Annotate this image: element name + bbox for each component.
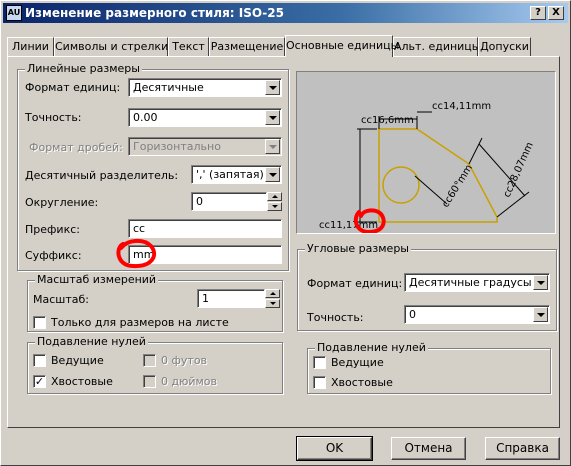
- tab-fit[interactable]: Размещение: [209, 37, 285, 56]
- decimal-separator-value: ',' (запятая): [196, 168, 264, 181]
- tab-primary-units[interactable]: Основные единицы: [285, 35, 399, 57]
- zero-feet-checkbox: [143, 354, 156, 367]
- preview-pane: cc14,11mm cc16,6mm cc11,17mm cc28,07mm c…: [296, 71, 556, 235]
- tab-tolerances[interactable]: Допуски: [478, 37, 531, 56]
- chevron-down-icon[interactable]: [533, 275, 548, 290]
- title-bar[interactable]: AU Изменение размерного стиля: ISO-25 ? …: [3, 3, 568, 23]
- angular-precision-select[interactable]: 0: [404, 305, 550, 324]
- scale-input[interactable]: 1: [197, 289, 265, 308]
- decimal-separator-select[interactable]: ',' (запятая): [191, 165, 282, 184]
- angular-leading-zeros-label: Ведущие: [331, 356, 384, 369]
- angular-precision-value: 0: [409, 308, 416, 321]
- red-highlight-marker: [116, 239, 157, 269]
- precision-value: 0.00: [133, 111, 158, 124]
- angular-group-title: Угловые размеры: [305, 242, 411, 255]
- angular-precision-label: Точность:: [307, 311, 364, 324]
- spin-down-icon[interactable]: [267, 202, 282, 211]
- help-button[interactable]: Справка: [485, 437, 560, 460]
- close-title-button[interactable]: X: [548, 6, 564, 20]
- leading-zeros-checkbox[interactable]: [33, 354, 46, 367]
- precision-label: Точность:: [25, 111, 82, 124]
- precision-select[interactable]: 0.00: [128, 108, 282, 127]
- cancel-button[interactable]: Отмена: [391, 437, 466, 460]
- zero-feet-label: 0 футов: [161, 354, 208, 367]
- tab-lines[interactable]: Линии: [7, 37, 54, 56]
- zero-inches-checkbox: [143, 375, 156, 388]
- fraction-format-select: Горизонтально: [128, 137, 282, 156]
- chevron-down-icon[interactable]: [533, 307, 548, 322]
- linear-group-title: Линейные размеры: [25, 62, 142, 75]
- preview-dim-radius: cc60°mm: [440, 163, 475, 210]
- angular-unit-format-select[interactable]: Десятичные градусы: [404, 273, 550, 292]
- trailing-zeros-checkbox[interactable]: ✓: [33, 375, 46, 388]
- dialog-window: AU Изменение размерного стиля: ISO-25 ? …: [0, 0, 571, 466]
- ok-button[interactable]: OK: [296, 436, 373, 461]
- angular-leading-zeros-checkbox[interactable]: [313, 356, 326, 369]
- unit-format-select[interactable]: Десятичные: [128, 78, 282, 97]
- preview-dim-left-bottom: cc11,17mm: [319, 220, 378, 231]
- checkmark-icon: ✓: [34, 375, 45, 388]
- fraction-format-label: Формат дробей:: [29, 141, 123, 154]
- angular-trailing-zeros-checkbox[interactable]: [313, 376, 326, 389]
- layout-only-checkbox[interactable]: [33, 316, 46, 329]
- spin-down-icon[interactable]: [265, 299, 280, 308]
- tab-symbols-arrows[interactable]: Символы и стрелки: [54, 37, 168, 56]
- preview-dim-right: cc28,07mm: [502, 141, 536, 199]
- angular-unit-format-label: Формат единиц:: [307, 277, 403, 290]
- chevron-down-icon[interactable]: [265, 110, 280, 125]
- help-title-button[interactable]: ?: [530, 6, 546, 20]
- tab-alternate-units[interactable]: Альт. единицы: [393, 37, 480, 56]
- leading-zeros-label: Ведущие: [51, 354, 104, 367]
- dimension-preview-drawing: cc14,11mm cc16,6mm cc11,17mm cc28,07mm c…: [319, 101, 536, 235]
- decimal-separator-label: Десятичный разделитель:: [25, 169, 179, 182]
- suffix-label: Суффикс:: [25, 249, 82, 262]
- round-off-spinner[interactable]: [267, 192, 282, 211]
- zero-linear-title: Подавление нулей: [35, 335, 148, 348]
- fraction-format-value: Горизонтально: [133, 140, 221, 153]
- spin-up-icon[interactable]: [265, 289, 280, 298]
- angular-unit-format-value: Десятичные градусы: [409, 276, 532, 289]
- scale-label: Масштаб:: [33, 293, 89, 306]
- unit-format-value: Десятичные: [133, 81, 204, 94]
- preview-dim-left-top: cc16,6mm: [361, 115, 414, 126]
- layout-only-label: Только для размеров на листе: [51, 316, 229, 329]
- scale-group-title: Масштаб измерений: [35, 273, 159, 286]
- preview-dim-top: cc14,11mm: [432, 101, 491, 112]
- zero-inches-label: 0 дюймов: [161, 375, 218, 388]
- autocad-app-icon: AU: [6, 5, 22, 21]
- spin-up-icon[interactable]: [267, 192, 282, 201]
- trailing-zeros-label: Хвостовые: [51, 375, 113, 388]
- scale-spinner[interactable]: [265, 289, 280, 308]
- chevron-down-icon: [265, 139, 280, 154]
- round-off-input[interactable]: 0: [191, 192, 267, 211]
- window-title: Изменение размерного стиля: ISO-25: [25, 6, 284, 20]
- unit-format-label: Формат единиц:: [25, 81, 121, 94]
- prefix-label: Префикс:: [25, 223, 80, 236]
- zero-angular-title: Подавление нулей: [315, 341, 428, 354]
- chevron-down-icon[interactable]: [265, 167, 280, 182]
- angular-trailing-zeros-label: Хвостовые: [331, 376, 393, 389]
- tab-text[interactable]: Текст: [168, 37, 209, 56]
- round-off-label: Округление:: [25, 196, 99, 209]
- chevron-down-icon[interactable]: [265, 80, 280, 95]
